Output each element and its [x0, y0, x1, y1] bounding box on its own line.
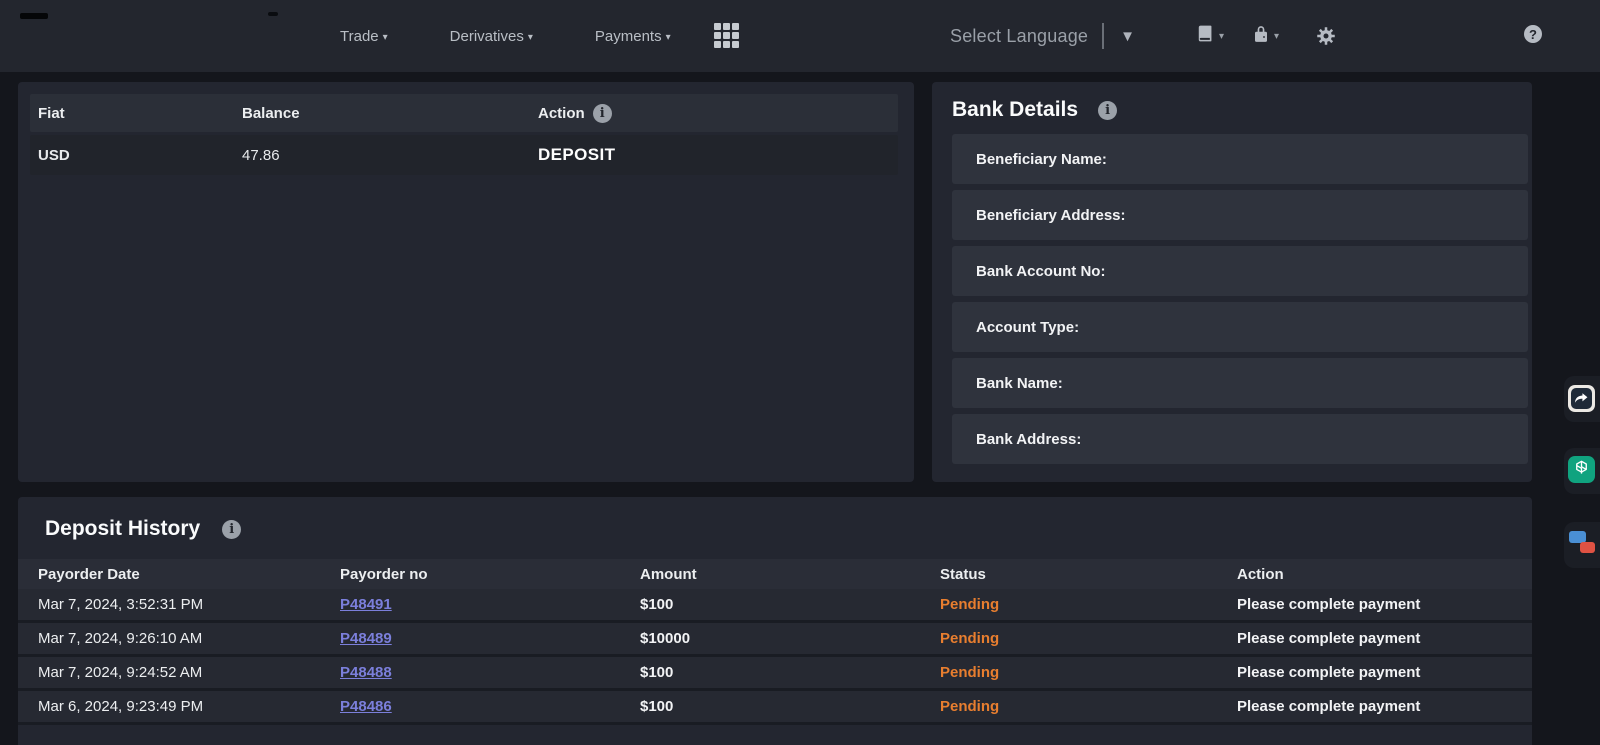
- chat-bubbles-icon: [1568, 528, 1595, 555]
- deposit-row: Mar 7, 2024, 9:24:52 AM P48488 $100 Pend…: [18, 657, 1532, 691]
- payorder-link[interactable]: P48486: [340, 698, 392, 715]
- deposit-history-title: Deposit History: [45, 517, 200, 541]
- fiat-balance-panel: Fiat Balance Action i USD 47.86 DEPOSIT: [18, 82, 914, 482]
- amount-cell: $10000: [640, 630, 940, 647]
- chatgpt-extension-button[interactable]: [1568, 456, 1595, 483]
- status-header: Status: [940, 566, 1237, 583]
- book-icon: [1196, 24, 1215, 48]
- chevron-down-icon: ▾: [1219, 31, 1224, 42]
- bank-field-label: Beneficiary Address:: [976, 207, 1126, 224]
- status-badge: Pending: [940, 664, 1237, 681]
- fiat-table-header: Fiat Balance Action i: [30, 94, 898, 132]
- status-badge: Pending: [940, 596, 1237, 613]
- language-select[interactable]: Select Language ▼: [950, 0, 1135, 72]
- fiat-row: USD 47.86 DEPOSIT: [30, 135, 898, 175]
- deposit-row: Mar 7, 2024, 9:26:10 AM P48489 $10000 Pe…: [18, 623, 1532, 657]
- deposit-table-header: Payorder Date Payorder no Amount Status …: [18, 559, 1532, 589]
- payorder-date-cell: Mar 6, 2024, 9:23:49 PM: [38, 698, 340, 715]
- status-badge: Pending: [940, 630, 1237, 647]
- action-header: Action: [1237, 566, 1532, 583]
- help-icon[interactable]: ?: [1524, 25, 1542, 43]
- triangle-down-icon: ▼: [1120, 28, 1135, 45]
- fiat-col-header: Fiat: [38, 105, 242, 122]
- payorder-no-cell: P48486: [340, 698, 640, 716]
- deposit-button[interactable]: DEPOSIT: [538, 145, 615, 165]
- wallet-lock-button[interactable]: ▾: [1252, 0, 1279, 72]
- payorder-link[interactable]: P48491: [340, 596, 392, 613]
- fiat-table: Fiat Balance Action i USD 47.86 DEPOSIT: [30, 94, 898, 175]
- bank-field-label: Bank Name:: [976, 375, 1063, 392]
- deposit-row: Mar 6, 2024, 9:23:49 PM P48486 $100 Pend…: [18, 691, 1532, 725]
- apps-grid-icon[interactable]: [714, 23, 741, 49]
- logo-mark: [268, 12, 278, 16]
- bank-details-list: Beneficiary Name: Beneficiary Address: B…: [932, 134, 1532, 464]
- status-badge: Pending: [940, 698, 1237, 715]
- payorder-no-header: Payorder no: [340, 566, 640, 583]
- site-logo[interactable]: [20, 13, 48, 19]
- payorder-no-cell: P48488: [340, 664, 640, 682]
- amount-cell: $100: [640, 664, 940, 681]
- bank-field-label: Beneficiary Name:: [976, 151, 1107, 168]
- amount-header: Amount: [640, 566, 940, 583]
- bank-detail-row: Bank Address:: [952, 414, 1528, 464]
- action-col-header: Action i: [538, 104, 898, 123]
- language-select-label: Select Language: [950, 26, 1088, 47]
- orders-book-button[interactable]: ▾: [1196, 0, 1224, 72]
- bank-detail-row: Beneficiary Address:: [952, 190, 1528, 240]
- bank-details-title: Bank Details: [952, 98, 1078, 122]
- payorder-no-cell: P48489: [340, 630, 640, 648]
- share-shortcut-button[interactable]: [1568, 385, 1595, 412]
- action-text: Please complete payment: [1237, 630, 1532, 647]
- settings-gear-icon[interactable]: [1316, 0, 1336, 72]
- nav-menu-derivatives[interactable]: Derivatives▾: [450, 28, 533, 45]
- payorder-link[interactable]: P48489: [340, 630, 392, 647]
- deposit-history-panel: Deposit History i Payorder Date Payorder…: [18, 497, 1532, 745]
- info-icon[interactable]: i: [222, 520, 241, 539]
- bank-details-panel: Bank Details i Beneficiary Name: Benefic…: [932, 82, 1532, 482]
- info-icon[interactable]: i: [1098, 101, 1117, 120]
- info-icon[interactable]: i: [593, 104, 612, 123]
- chevron-down-icon: ▾: [383, 32, 388, 43]
- bank-detail-row: Account Type:: [952, 302, 1528, 352]
- action-text: Please complete payment: [1237, 664, 1532, 681]
- payorder-link[interactable]: P48488: [340, 664, 392, 681]
- action-text: Please complete payment: [1237, 698, 1532, 715]
- action-text: Please complete payment: [1237, 596, 1532, 613]
- currency-cell: USD: [38, 147, 242, 164]
- nav-menu-trade[interactable]: Trade▾: [340, 28, 388, 45]
- chevron-down-icon: ▾: [528, 32, 533, 43]
- payorder-date-header: Payorder Date: [38, 566, 340, 583]
- share-arrow-icon: [1571, 388, 1592, 409]
- chevron-down-icon: ▾: [666, 32, 671, 43]
- deposit-history-table: Payorder Date Payorder no Amount Status …: [18, 559, 1532, 725]
- chatgpt-logo-icon: [1572, 458, 1591, 482]
- fiat-table-body: USD 47.86 DEPOSIT: [30, 135, 898, 175]
- payorder-date-cell: Mar 7, 2024, 9:24:52 AM: [38, 664, 340, 681]
- chat-extension-button[interactable]: [1568, 528, 1595, 555]
- deposit-row: Mar 7, 2024, 3:52:31 PM P48491 $100 Pend…: [18, 589, 1532, 623]
- bank-detail-row: Bank Account No:: [952, 246, 1528, 296]
- bank-detail-row: Beneficiary Name:: [952, 134, 1528, 184]
- amount-cell: $100: [640, 596, 940, 613]
- payorder-date-cell: Mar 7, 2024, 9:26:10 AM: [38, 630, 340, 647]
- amount-cell: $100: [640, 698, 940, 715]
- nav-menu-payments[interactable]: Payments▾: [595, 28, 671, 45]
- bank-field-label: Account Type:: [976, 319, 1079, 336]
- lock-icon: [1252, 24, 1270, 49]
- balance-cell: 47.86: [242, 147, 538, 164]
- main-nav: Trade▾ Derivatives▾ Payments▾: [340, 0, 671, 72]
- chevron-down-icon: ▾: [1274, 31, 1279, 42]
- divider: [1102, 23, 1104, 49]
- bank-field-label: Bank Account No:: [976, 263, 1105, 280]
- payorder-no-cell: P48491: [340, 596, 640, 614]
- bank-field-label: Bank Address:: [976, 431, 1081, 448]
- deposit-table-body: Mar 7, 2024, 3:52:31 PM P48491 $100 Pend…: [18, 589, 1532, 725]
- top-navbar: Trade▾ Derivatives▾ Payments▾ Select Lan…: [0, 0, 1600, 72]
- bank-detail-row: Bank Name:: [952, 358, 1528, 408]
- payorder-date-cell: Mar 7, 2024, 3:52:31 PM: [38, 596, 340, 613]
- balance-col-header: Balance: [242, 105, 538, 122]
